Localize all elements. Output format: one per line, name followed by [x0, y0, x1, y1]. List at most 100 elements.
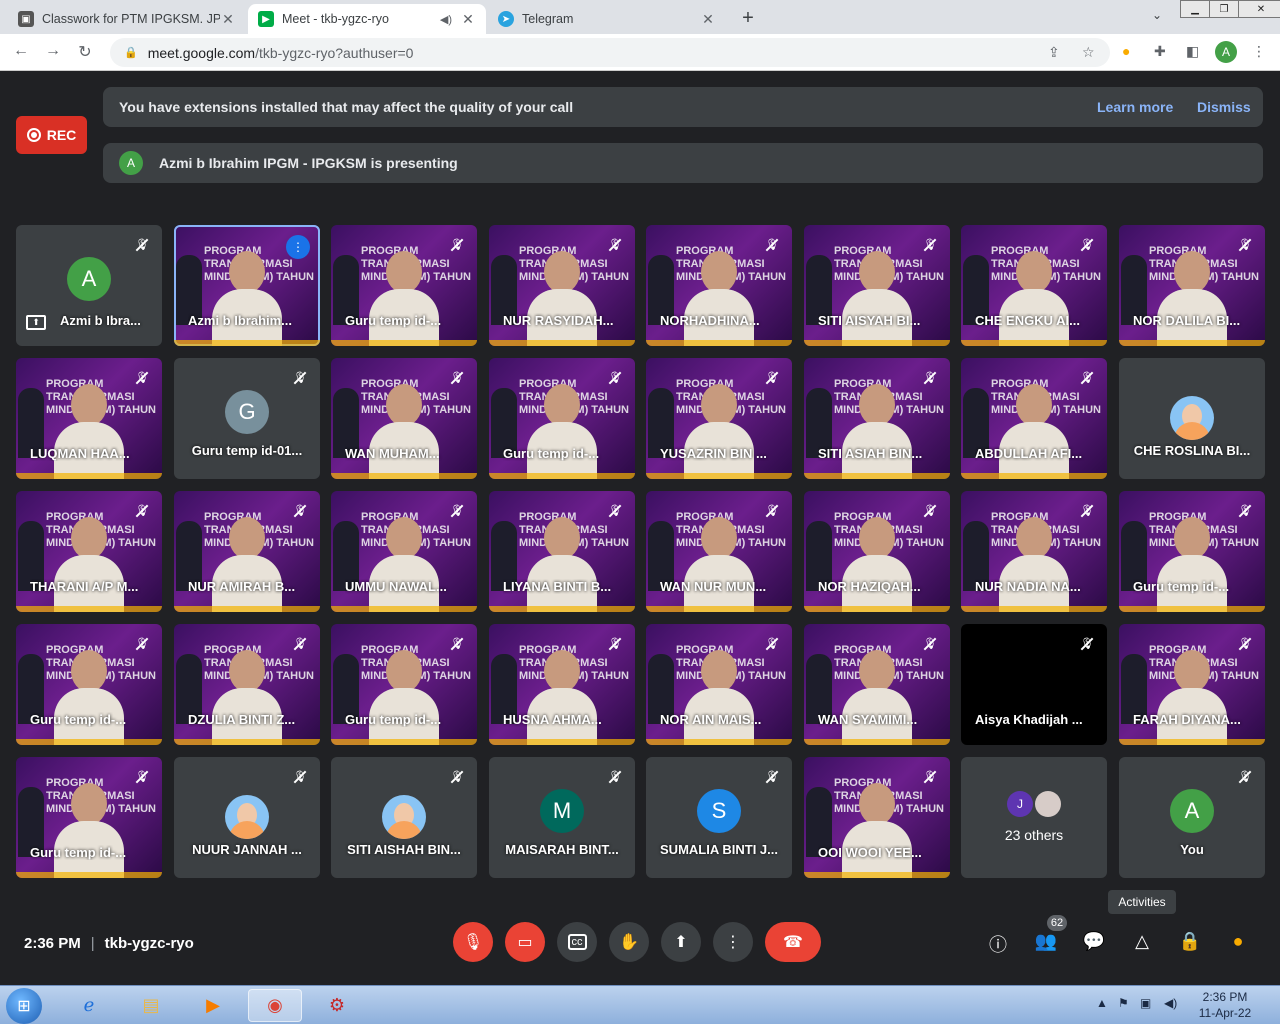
tab-label: Meet - tkb-ygzc-ryo: [282, 12, 389, 26]
tab-meet[interactable]: ▶ Meet - tkb-ygzc-ryo ◀) ✕: [248, 4, 486, 34]
participant-tile[interactable]: Guru temp id-... 🎙: [489, 358, 635, 479]
bookmark-star-icon[interactable]: ☆: [1082, 44, 1095, 61]
close-tab-icon[interactable]: ✕: [460, 11, 476, 28]
participant-tile[interactable]: HUSNA AHMA... 🎙: [489, 624, 635, 745]
participant-tile[interactable]: SITI ASIAH BIN... 🎙: [804, 358, 950, 479]
tab-classwork[interactable]: ▣ Classwork for PTM IPGKSM. JPNJ ✕: [8, 4, 246, 34]
extension-bulb-icon[interactable]: ●: [1122, 43, 1130, 59]
menu-dots-icon[interactable]: ⋮: [1252, 43, 1266, 60]
taskbar-app[interactable]: ⚙: [310, 989, 364, 1022]
reload-icon[interactable]: ↻: [74, 42, 96, 62]
participant-tile[interactable]: UMMU NAWAL... 🎙: [331, 491, 477, 612]
lock-icon[interactable]: 🔒: [124, 46, 138, 59]
close-tab-icon[interactable]: ✕: [700, 11, 716, 28]
close-tab-icon[interactable]: ✕: [220, 11, 236, 28]
participant-tile[interactable]: LIYANA BINTI B... 🎙: [489, 491, 635, 612]
taskbar-explorer[interactable]: ▤: [124, 989, 178, 1022]
participant-tile[interactable]: CHE ENGKU AI... 🎙: [961, 225, 1107, 346]
captions-button[interactable]: cc: [557, 922, 597, 962]
people-icon[interactable]: 👥: [1034, 931, 1058, 952]
participant-tile[interactable]: ABDULLAH AFI... 🎙: [961, 358, 1107, 479]
dismiss-button[interactable]: Dismiss: [1197, 99, 1251, 115]
participant-tile[interactable]: Azmi b Ibrahim... ⋮: [174, 225, 320, 346]
taskbar-media[interactable]: ▶: [186, 989, 240, 1022]
taskbar-ie[interactable]: ℯ: [62, 989, 116, 1022]
participant-tile[interactable]: SITI AISYAH BI... 🎙: [804, 225, 950, 346]
participant-tile[interactable]: SITI AISHAH BIN... 🎙: [331, 757, 477, 878]
participant-tile[interactable]: Guru temp id-... 🎙: [16, 757, 162, 878]
camera-off-button[interactable]: ▭: [505, 922, 545, 962]
participant-tile[interactable]: G Guru temp id-01... 🎙: [174, 358, 320, 479]
share-icon[interactable]: ⇪: [1048, 44, 1060, 61]
participant-tile[interactable]: A Azmi b Ibra... ⬆ 🎙: [16, 225, 162, 346]
participant-tile[interactable]: S SUMALIA BINTI J... 🎙: [646, 757, 792, 878]
restore-button[interactable]: ❐: [1209, 0, 1239, 18]
participant-tile[interactable]: LUQMAN HAA... 🎙: [16, 358, 162, 479]
participant-tile[interactable]: M MAISARAH BINT... 🎙: [489, 757, 635, 878]
participant-tile[interactable]: NUUR JANNAH ... 🎙: [174, 757, 320, 878]
tab-telegram[interactable]: ➤ Telegram ✕: [488, 4, 726, 34]
minimize-button[interactable]: ▁: [1180, 0, 1210, 18]
taskbar-chrome[interactable]: ◉: [248, 989, 302, 1022]
chat-icon[interactable]: 💬: [1082, 931, 1106, 952]
learn-more-link[interactable]: Learn more: [1097, 99, 1173, 115]
participant-tile[interactable]: NUR AMIRAH B... 🎙: [174, 491, 320, 612]
participant-tile[interactable]: NORHADHINA... 🎙: [646, 225, 792, 346]
system-clock[interactable]: 2:36 PM 11-Apr-22: [1195, 989, 1255, 1021]
mic-muted-icon: 🎙: [1080, 239, 1094, 251]
participant-tile[interactable]: FARAH DIYANA... 🎙: [1119, 624, 1265, 745]
participant-tile[interactable]: CHE ROSLINA BI...: [1119, 358, 1265, 479]
participant-tile[interactable]: Guru temp id-... 🎙: [1119, 491, 1265, 612]
participant-tile[interactable]: WAN MUHAM... 🎙: [331, 358, 477, 479]
profile-avatar[interactable]: A: [1215, 41, 1237, 63]
participant-tile[interactable]: NOR DALILA BI... 🎙: [1119, 225, 1265, 346]
participant-tile[interactable]: Guru temp id-... 🎙: [331, 225, 477, 346]
participant-photo: [1170, 396, 1214, 440]
participant-tile[interactable]: NOR HAZIQAH... 🎙: [804, 491, 950, 612]
volume-icon[interactable]: ◀): [1164, 996, 1177, 1010]
participant-name: LUQMAN HAA...: [30, 446, 130, 461]
network-icon[interactable]: ▣: [1140, 996, 1151, 1010]
back-icon[interactable]: ←: [10, 42, 32, 60]
participant-tile[interactable]: NUR NADIA NA... 🎙: [961, 491, 1107, 612]
more-options-button[interactable]: ⋮: [713, 922, 753, 962]
present-button[interactable]: ⬆: [661, 922, 701, 962]
meeting-code[interactable]: tkb-ygzc-ryo: [105, 935, 194, 952]
mic-off-button[interactable]: 🎙: [453, 922, 493, 962]
participant-tile[interactable]: Guru temp id-... 🎙: [16, 624, 162, 745]
participant-tile[interactable]: WAN NUR MUN... 🎙: [646, 491, 792, 612]
participant-tile[interactable]: DZULIA BINTI Z... 🎙: [174, 624, 320, 745]
close-window-button[interactable]: ✕: [1238, 0, 1280, 18]
start-button[interactable]: ⊞: [6, 988, 42, 1024]
participant-tile[interactable]: OOI WOOI YEE... 🎙: [804, 757, 950, 878]
mic-muted-icon: 🎙: [135, 771, 149, 783]
new-tab-button[interactable]: +: [738, 7, 758, 30]
participant-name: SITI ASIAH BIN...: [818, 446, 923, 461]
participant-tile[interactable]: Aisya Khadijah ... 🎙: [961, 624, 1107, 745]
address-bar[interactable]: 🔒 meet.google.com/tkb-ygzc-ryo?authuser=…: [110, 38, 1110, 67]
participant-tile[interactable]: A You 🎙: [1119, 757, 1265, 878]
mic-muted-icon: 🎙: [608, 771, 622, 783]
tray-expand-icon[interactable]: ▲: [1096, 996, 1108, 1010]
host-controls-icon[interactable]: 🔒: [1178, 931, 1202, 952]
participant-tile[interactable]: THARANI A/P M... 🎙: [16, 491, 162, 612]
extensions-puzzle-icon[interactable]: ✚: [1154, 43, 1166, 60]
speaker-icon[interactable]: ◀): [440, 13, 452, 26]
activities-icon[interactable]: △: [1130, 931, 1154, 952]
side-panel-icon[interactable]: ◧: [1186, 43, 1199, 60]
participant-tile[interactable]: J 23 others: [961, 757, 1107, 878]
tab-search-icon[interactable]: ⌄: [1152, 8, 1162, 22]
participant-tile[interactable]: Guru temp id-... 🎙: [331, 624, 477, 745]
participant-name: OOI WOOI YEE...: [818, 845, 922, 860]
participant-tile[interactable]: NOR AIN MAIS... 🎙: [646, 624, 792, 745]
participant-tile[interactable]: YUSAZRIN BIN ... 🎙: [646, 358, 792, 479]
flag-icon[interactable]: ⚑: [1118, 996, 1129, 1010]
mic-muted-icon: 🎙: [135, 638, 149, 650]
meeting-details-icon[interactable]: ⓘ: [986, 931, 1010, 957]
participant-tile[interactable]: NUR RASYIDAH... 🎙: [489, 225, 635, 346]
forward-icon[interactable]: →: [42, 42, 64, 60]
leave-call-button[interactable]: ☎: [765, 922, 821, 962]
raise-hand-button[interactable]: ✋: [609, 922, 649, 962]
extension-bulb-icon[interactable]: ●: [1226, 931, 1250, 952]
participant-tile[interactable]: WAN SYAMIMI... 🎙: [804, 624, 950, 745]
